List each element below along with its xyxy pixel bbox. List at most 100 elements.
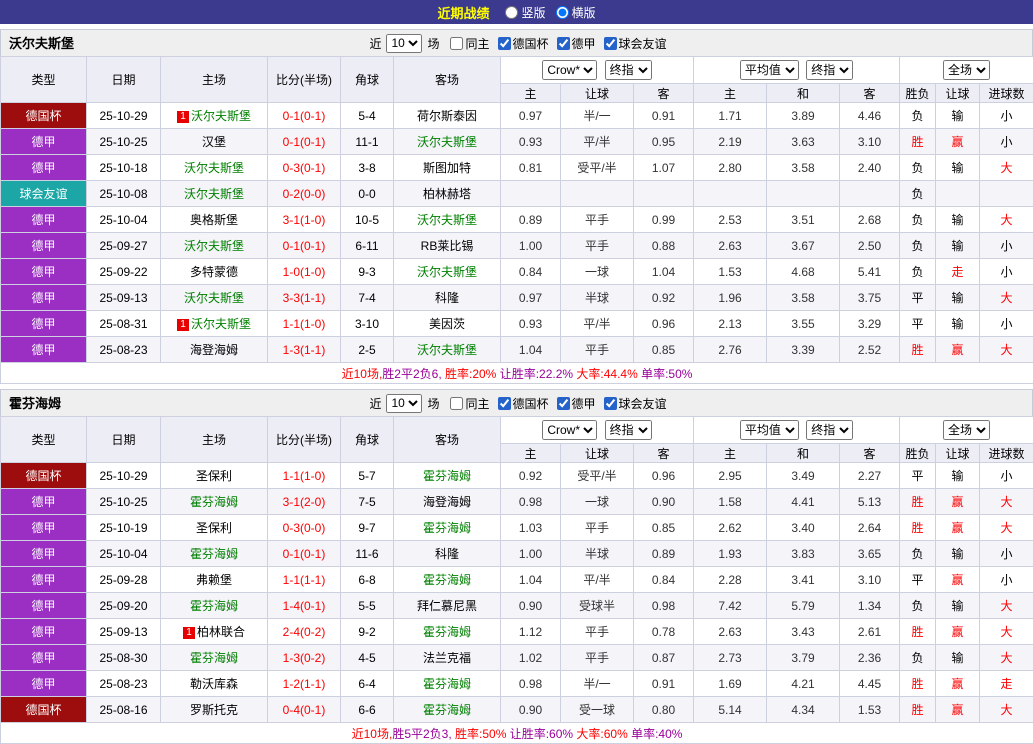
team-name-link[interactable]: 沃尔夫斯堡 [191, 317, 251, 331]
corner-cell: 3-10 [341, 311, 394, 337]
col-header-date: 日期 [87, 57, 161, 103]
score-cell: 0-4(0-1) [268, 697, 341, 723]
bundesliga-filter[interactable]: 德甲 [557, 395, 596, 412]
german-cup-checkbox[interactable] [498, 37, 511, 50]
team-name-link[interactable]: 沃尔夫斯堡 [191, 109, 251, 123]
horizontal-layout-radio[interactable] [556, 6, 569, 19]
bookmaker-select[interactable]: Crow* [542, 60, 597, 80]
team-name-link[interactable]: 科隆 [435, 291, 459, 305]
match-type-cell: 德甲 [1, 515, 87, 541]
match-row: 德甲25-10-18沃尔夫斯堡0-3(0-1)3-8斯图加特0.81受平/半1.… [1, 155, 1033, 181]
match-type-cell: 德甲 [1, 337, 87, 363]
away-team-cell: 沃尔夫斯堡 [394, 337, 501, 363]
team-name-link[interactable]: 霍芬海姆 [190, 599, 238, 613]
team-name-link[interactable]: 霍芬海姆 [423, 625, 471, 639]
team-name-link[interactable]: 斯图加特 [423, 161, 471, 175]
match-count-select[interactable]: 10 [386, 34, 422, 53]
corner-cell: 0-0 [341, 181, 394, 207]
subcol-goals-result: 进球数 [980, 444, 1033, 463]
team-name-link[interactable]: 沃尔夫斯堡 [184, 187, 244, 201]
team-name-link[interactable]: 海登海姆 [190, 343, 238, 357]
bundesliga-checkbox[interactable] [557, 37, 570, 50]
match-type-cell: 德甲 [1, 311, 87, 337]
layout-option-vertical[interactable]: 竖版 [505, 4, 545, 21]
match-row: 德甲25-10-19圣保利0-3(0-0)9-7霍芬海姆1.03平手0.852.… [1, 515, 1033, 541]
team-name-link[interactable]: 罗斯托克 [190, 703, 238, 717]
handicap-stage-select[interactable]: 终指 [605, 420, 652, 440]
corner-cell: 6-6 [341, 697, 394, 723]
team-name-link[interactable]: 勒沃库森 [190, 677, 238, 691]
full-match-select[interactable]: 全场 [943, 60, 990, 80]
summary-row: 近10场,胜5平2负3, 胜率:50% 让胜率:60% 大率:60% 单率:40… [1, 723, 1033, 744]
full-match-select[interactable]: 全场 [943, 420, 990, 440]
summary-segment: 大率:60% [576, 727, 631, 741]
team-name-link[interactable]: 霍芬海姆 [190, 651, 238, 665]
handicap-stage-select[interactable]: 终指 [605, 60, 652, 80]
team-name-link[interactable]: 柏林赫塔 [423, 187, 471, 201]
bookmaker-select[interactable]: Crow* [542, 420, 597, 440]
average-select[interactable]: 平均值 [740, 60, 799, 80]
match-count-select[interactable]: 10 [386, 394, 422, 413]
team-name-link[interactable]: 霍芬海姆 [423, 703, 471, 717]
friendly-filter[interactable]: 球会友谊 [604, 35, 667, 52]
german-cup-checkbox[interactable] [498, 397, 511, 410]
avg-home-odds-cell: 1.53 [694, 259, 767, 285]
bundesliga-filter[interactable]: 德甲 [557, 35, 596, 52]
team-name-link[interactable]: 奥格斯堡 [190, 213, 238, 227]
same-home-checkbox[interactable] [450, 37, 463, 50]
same-home-filter[interactable]: 同主 [450, 35, 489, 52]
same-home-filter[interactable]: 同主 [450, 395, 489, 412]
team-name-link[interactable]: 多特蒙德 [190, 265, 238, 279]
team-name-link[interactable]: 沃尔夫斯堡 [417, 343, 477, 357]
friendly-filter[interactable]: 球会友谊 [604, 395, 667, 412]
match-row: 德甲25-09-22多特蒙德1-0(1-0)9-3沃尔夫斯堡0.84一球1.04… [1, 259, 1033, 285]
avg-home-odds-cell: 5.14 [694, 697, 767, 723]
same-home-checkbox[interactable] [450, 397, 463, 410]
team-name-link[interactable]: 圣保利 [196, 521, 232, 535]
team-name-link[interactable]: 沃尔夫斯堡 [417, 135, 477, 149]
team-name-link[interactable]: 法兰克福 [423, 651, 471, 665]
team-name-link[interactable]: 霍芬海姆 [190, 547, 238, 561]
team-name-link[interactable]: 沃尔夫斯堡 [184, 161, 244, 175]
handicap-result-cell: 走 [936, 259, 980, 285]
average-stage-select[interactable]: 终指 [806, 60, 853, 80]
team-name-link[interactable]: 拜仁慕尼黑 [417, 599, 477, 613]
subcol-avg-draw: 和 [767, 84, 840, 103]
avg-away-odds-cell [840, 181, 900, 207]
team-name-link[interactable]: 沃尔夫斯堡 [184, 291, 244, 305]
average-select[interactable]: 平均值 [740, 420, 799, 440]
friendly-checkbox[interactable] [604, 37, 617, 50]
bundesliga-checkbox[interactable] [557, 397, 570, 410]
german-cup-filter[interactable]: 德国杯 [498, 395, 549, 412]
team-name-link[interactable]: 霍芬海姆 [423, 521, 471, 535]
team-name-link[interactable]: 霍芬海姆 [423, 677, 471, 691]
team-name-link[interactable]: 弗赖堡 [196, 573, 232, 587]
layout-option-horizontal[interactable]: 横版 [556, 4, 596, 21]
match-type-cell: 德甲 [1, 285, 87, 311]
handicap-away-odds-cell: 0.99 [634, 207, 694, 233]
handicap-line-cell: 平/半 [561, 567, 634, 593]
team-name-link[interactable]: 科隆 [435, 547, 459, 561]
red-card-badge: 1 [177, 111, 189, 123]
team-name-link[interactable]: 霍芬海姆 [423, 573, 471, 587]
team-name-link[interactable]: 汉堡 [202, 135, 226, 149]
match-row: 德甲25-09-131柏林联合2-4(0-2)9-2霍芬海姆1.12平手0.78… [1, 619, 1033, 645]
team-name-link[interactable]: 霍芬海姆 [423, 469, 471, 483]
team-name-link[interactable]: 沃尔夫斯堡 [184, 239, 244, 253]
average-stage-select[interactable]: 终指 [806, 420, 853, 440]
avg-draw-odds-cell: 3.83 [767, 541, 840, 567]
german-cup-filter[interactable]: 德国杯 [498, 35, 549, 52]
vertical-layout-radio[interactable] [505, 6, 518, 19]
team-name-link[interactable]: 柏林联合 [197, 625, 245, 639]
team-name-link[interactable]: 霍芬海姆 [190, 495, 238, 509]
team-name-link[interactable]: 海登海姆 [423, 495, 471, 509]
team-name-link[interactable]: 圣保利 [196, 469, 232, 483]
team-name-link[interactable]: 荷尔斯泰因 [417, 109, 477, 123]
friendly-checkbox[interactable] [604, 397, 617, 410]
team-name-link[interactable]: 沃尔夫斯堡 [417, 213, 477, 227]
team-name-link[interactable]: 美因茨 [429, 317, 465, 331]
team-name-link[interactable]: RB莱比锡 [421, 239, 474, 253]
score-cell: 1-1(1-1) [268, 567, 341, 593]
score-cell: 0-3(0-1) [268, 155, 341, 181]
team-name-link[interactable]: 沃尔夫斯堡 [417, 265, 477, 279]
